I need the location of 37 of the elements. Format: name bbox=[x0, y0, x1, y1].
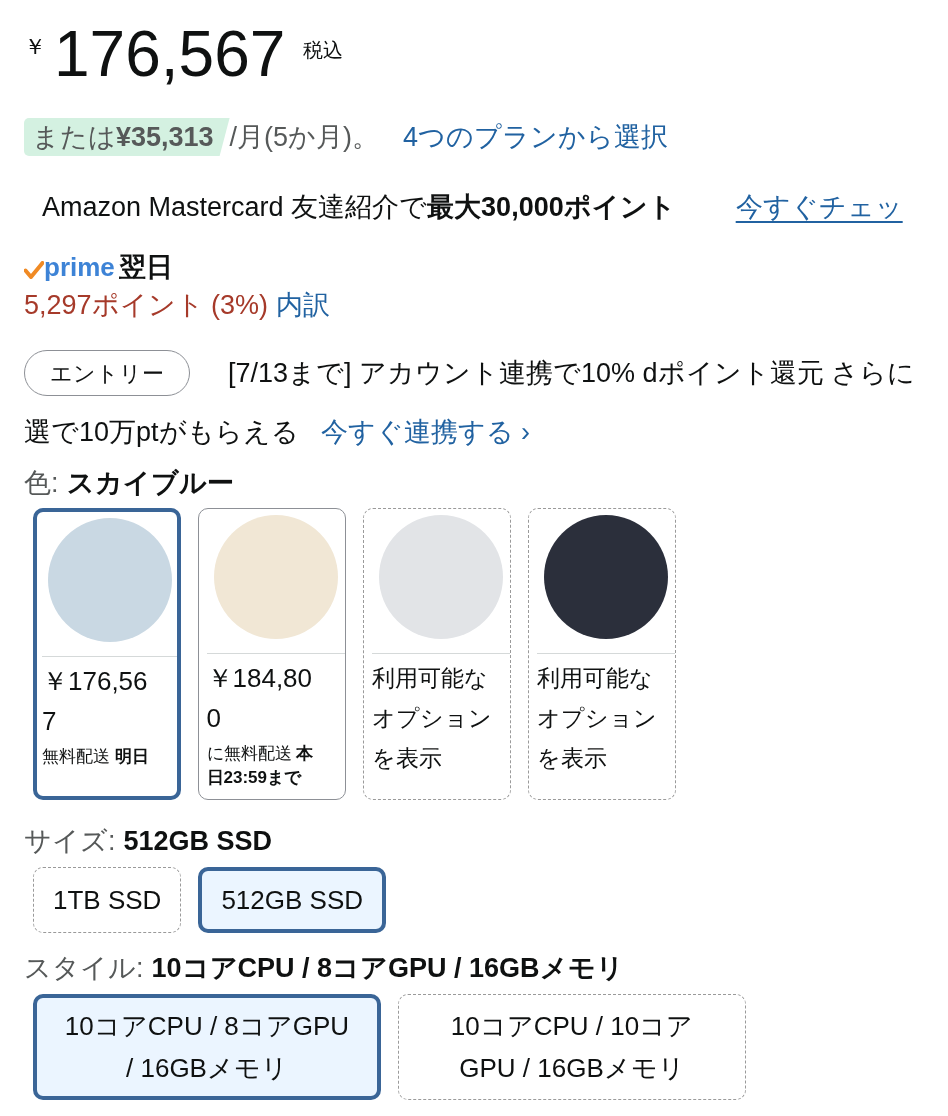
currency-symbol: ￥ bbox=[24, 36, 46, 58]
prime-label: prime bbox=[44, 251, 115, 284]
link-account-link[interactable]: 今すぐ連携する › bbox=[320, 414, 531, 450]
price-amount: 176,567 bbox=[54, 22, 286, 86]
color-option-card[interactable]: ￥184,800 に無料配送 本日23:59まで bbox=[198, 508, 346, 800]
color-option-card[interactable]: 利用可能なオプションを表示 bbox=[528, 508, 676, 800]
check-icon bbox=[24, 261, 44, 279]
shipping-text: に無料配送 本日23:59まで bbox=[206, 743, 315, 789]
promo-text: [7/13まで] アカウント連携で10% dポイント還元 さらに bbox=[228, 356, 916, 390]
size-option-button[interactable]: 1TB SSD bbox=[33, 867, 182, 933]
installment-plans-link[interactable]: 4つのプランから選択 bbox=[403, 116, 669, 158]
style-option-button[interactable]: 10コアCPU / 10コアGPU / 16GBメモリ bbox=[398, 994, 746, 1100]
installment-term-text: /月(5か月)。 bbox=[229, 120, 380, 154]
style-option-button[interactable]: 10コアCPU / 8コアGPU / 16GBメモリ bbox=[33, 994, 381, 1100]
shipping-text: 無料配送 明日 bbox=[42, 746, 150, 768]
entry-button[interactable]: エントリー bbox=[24, 350, 190, 396]
size-option-button[interactable]: 512GB SSD bbox=[198, 867, 386, 933]
option-price: ￥176,567 bbox=[42, 665, 149, 738]
points-text: 5,297ポイント (3%) bbox=[24, 289, 269, 322]
points-breakdown-link[interactable]: 内訳 bbox=[276, 288, 331, 322]
size-label: サイズ: bbox=[24, 826, 116, 856]
see-options-text: 利用可能なオプションを表示 bbox=[371, 664, 493, 773]
style-label: スタイル: bbox=[24, 953, 144, 983]
card-promo-text: Amazon Mastercard 友達紹介で最大30,000ポイント bbox=[42, 191, 676, 224]
tax-note: 税込 bbox=[303, 40, 344, 60]
color-label: 色: bbox=[24, 468, 59, 498]
promo-text: 選で10万ptがもらえる bbox=[24, 416, 299, 449]
color-option-card[interactable]: 利用可能なオプションを表示 bbox=[363, 508, 511, 800]
color-option-card[interactable]: ￥176,567 無料配送 明日 bbox=[33, 508, 181, 800]
see-options-text: 利用可能なオプションを表示 bbox=[536, 664, 658, 773]
check-now-link[interactable]: 今すぐチェッ bbox=[735, 188, 903, 226]
selected-size-value: 512GB SSD bbox=[123, 826, 273, 856]
monthly-price-highlight: または¥35,313 bbox=[24, 118, 230, 156]
selected-color-value: スカイブルー bbox=[66, 468, 234, 498]
delivery-day-text: 翌日 bbox=[118, 251, 173, 284]
option-price: ￥184,800 bbox=[206, 662, 314, 735]
selected-style-value: 10コアCPU / 8コアGPU / 16GBメモリ bbox=[151, 953, 624, 983]
